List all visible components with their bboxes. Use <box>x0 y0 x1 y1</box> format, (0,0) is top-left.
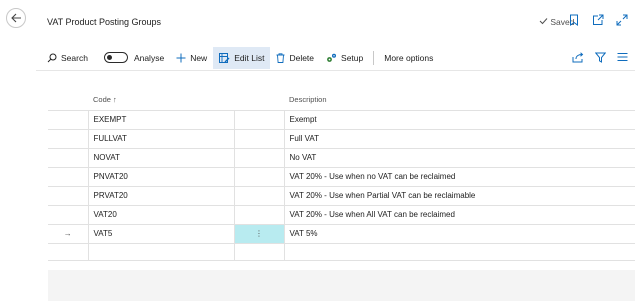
analyse-label: Analyse <box>133 52 165 63</box>
code-cell[interactable]: FULLVAT <box>87 128 235 149</box>
row-selector[interactable] <box>48 166 89 187</box>
description-cell[interactable]: No VAT <box>283 147 635 168</box>
vat-groups-grid: Code ↑ Description EXEMPT Exempt FULLVAT… <box>48 90 635 261</box>
table-row[interactable]: NOVAT No VAT <box>48 147 635 168</box>
row-menu-cell[interactable] <box>233 204 285 225</box>
row-selector[interactable] <box>48 109 89 130</box>
row-menu-cell[interactable] <box>233 109 285 130</box>
code-cell[interactable]: PNVAT20 <box>87 166 235 187</box>
table-row[interactable]: EXEMPT Exempt <box>48 109 635 130</box>
checkmark-icon <box>539 17 550 27</box>
table-row[interactable]: PNVAT20 VAT 20% - Use when no VAT can be… <box>48 166 635 187</box>
setup-gears-icon <box>326 53 337 63</box>
description-cell[interactable]: VAT 20% - Use when All VAT can be reclai… <box>283 204 635 225</box>
row-menu-cell[interactable] <box>233 242 285 261</box>
share-icon[interactable] <box>572 51 584 63</box>
delete-button[interactable]: Delete <box>270 47 320 69</box>
expand-icon[interactable] <box>616 14 628 26</box>
table-row-new[interactable] <box>48 242 635 261</box>
row-selector-header <box>48 90 88 110</box>
right-toolbar <box>572 51 628 63</box>
description-cell[interactable]: VAT 20% - Use when no VAT can be reclaim… <box>283 166 635 187</box>
column-header-description[interactable]: Description <box>284 90 635 110</box>
edit-list-button[interactable]: Edit List <box>213 46 271 69</box>
row-selector[interactable] <box>48 242 89 261</box>
table-row[interactable]: VAT20 VAT 20% - Use when All VAT can be … <box>48 204 635 225</box>
action-bar: Search Analyse New Edit List Delete Setu… <box>36 45 635 71</box>
description-cell-empty[interactable] <box>283 242 635 261</box>
edit-list-label: Edit List <box>234 52 265 63</box>
code-cell[interactable]: VAT5 <box>87 223 235 244</box>
bookmark-icon[interactable] <box>568 14 580 26</box>
more-options-button[interactable]: More options <box>378 47 439 69</box>
search-button[interactable]: Search <box>36 47 94 69</box>
row-menu-cell[interactable] <box>233 128 285 149</box>
setup-button[interactable]: Setup <box>320 47 369 69</box>
row-selector[interactable] <box>48 204 89 225</box>
list-view-icon[interactable] <box>616 51 628 63</box>
row-selector[interactable] <box>48 128 89 149</box>
code-cell[interactable]: NOVAT <box>87 147 235 168</box>
code-cell[interactable]: PRVAT20 <box>87 185 235 206</box>
row-menu-ellipsis[interactable]: ⋮ <box>233 223 285 244</box>
header-icons <box>568 14 628 26</box>
search-label: Search <box>61 52 88 63</box>
new-label: New <box>190 52 208 63</box>
description-cell[interactable]: VAT 5% <box>283 223 635 244</box>
table-row[interactable]: PRVAT20 VAT 20% - Use when Partial VAT c… <box>48 185 635 206</box>
open-new-window-icon[interactable] <box>592 14 604 26</box>
description-cell[interactable]: Exempt <box>283 109 635 130</box>
plus-icon <box>176 53 186 63</box>
grid-empty-area <box>48 270 635 301</box>
code-cell[interactable]: EXEMPT <box>87 109 235 130</box>
filter-icon[interactable] <box>594 51 606 63</box>
delete-label: Delete <box>289 52 315 63</box>
description-cell[interactable]: VAT 20% - Use when Partial VAT can be re… <box>283 185 635 206</box>
table-row[interactable]: FULLVAT Full VAT <box>48 128 635 149</box>
action-separator <box>373 50 375 65</box>
row-menu-cell[interactable] <box>233 166 285 187</box>
back-arrow-icon <box>10 13 22 23</box>
table-row-current[interactable]: → VAT5 ⋮ VAT 5% <box>48 223 635 244</box>
back-button[interactable] <box>6 8 26 28</box>
new-button[interactable]: New <box>170 47 213 69</box>
page-panel: VAT Product Posting Groups Saved Search … <box>36 0 635 301</box>
page-title: VAT Product Posting Groups <box>47 17 162 27</box>
description-cell[interactable]: Full VAT <box>283 128 635 149</box>
row-selector[interactable] <box>48 147 89 168</box>
column-header-spacer <box>234 90 284 110</box>
search-icon <box>47 53 57 63</box>
trash-icon <box>276 52 285 63</box>
analyse-toggle[interactable] <box>103 52 128 63</box>
code-cell[interactable]: VAT20 <box>87 204 235 225</box>
table-header-row: Code ↑ Description <box>48 90 635 110</box>
code-cell-empty[interactable] <box>87 242 235 261</box>
row-selector-arrow[interactable]: → <box>48 223 89 244</box>
vat-groups-table: Code ↑ Description EXEMPT Exempt FULLVAT… <box>48 90 635 261</box>
edit-list-icon <box>219 52 230 63</box>
row-menu-cell[interactable] <box>233 185 285 206</box>
row-selector[interactable] <box>48 185 89 206</box>
column-header-code[interactable]: Code ↑ <box>88 90 234 110</box>
setup-label: Setup <box>341 52 364 63</box>
row-menu-cell[interactable] <box>233 147 285 168</box>
